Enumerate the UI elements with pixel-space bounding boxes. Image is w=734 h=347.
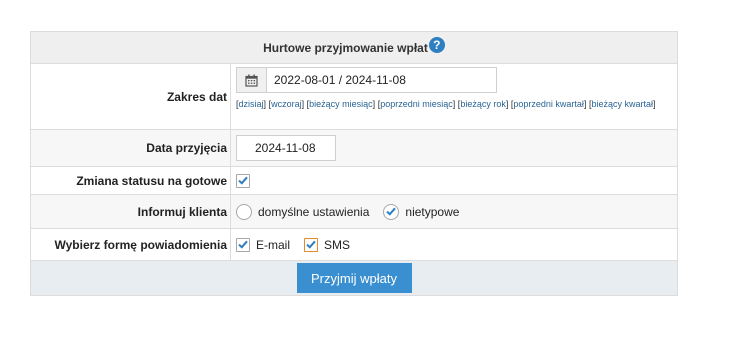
date-range-value: 2022-08-01 / 2024-11-08 <box>274 73 406 87</box>
email-label: E-mail <box>256 237 291 252</box>
panel-title: Hurtowe przyjmowanie wpłat <box>263 40 428 55</box>
date-range-label: Zakres dat <box>31 64 231 129</box>
notification-label: Wybierz formę powiadomienia <box>31 229 231 260</box>
check-icon <box>238 240 248 249</box>
inform-default-radio[interactable] <box>236 203 252 220</box>
check-icon <box>238 176 248 185</box>
bulk-payments-panel: Hurtowe przyjmowanie wpłat? Zakres dat 2… <box>30 31 678 296</box>
notification-row: Wybierz formę powiadomienia E-mail SMS <box>31 229 677 261</box>
question-circle-icon[interactable]: ? <box>428 36 445 53</box>
accept-payments-button[interactable]: Przyjmij wpłaty <box>296 263 412 293</box>
shortcut-previous-quarter[interactable]: poprzedni kwartał <box>513 99 584 109</box>
inform-custom-label: nietypowe <box>405 204 460 219</box>
shortcut-current-month[interactable]: bieżący miesiąc <box>309 99 373 109</box>
accept-date-label: Data przyjęcia <box>31 130 231 166</box>
sms-label: SMS <box>324 237 351 252</box>
status-change-checkbox[interactable] <box>236 173 250 188</box>
accept-date-input[interactable]: 2024-11-08 <box>236 135 336 161</box>
inform-custom-option[interactable]: nietypowe <box>383 203 460 220</box>
shortcut-current-quarter[interactable]: bieżący kwartał <box>591 99 653 109</box>
panel-header: Hurtowe przyjmowanie wpłat? <box>31 32 677 64</box>
date-range-input[interactable]: 2022-08-01 / 2024-11-08 <box>236 67 497 93</box>
inform-client-label: Informuj klienta <box>31 195 231 228</box>
email-option[interactable]: E-mail <box>236 237 291 252</box>
check-icon <box>386 207 397 216</box>
check-icon <box>306 240 316 249</box>
date-range-row: Zakres dat 2022-08-01 / 2024-11-08 [dzis… <box>31 64 677 130</box>
panel-footer: Przyjmij wpłaty <box>31 261 677 295</box>
status-change-row: Zmiana statusu na gotowe <box>31 167 677 195</box>
shortcut-today[interactable]: dzisiaj <box>239 99 264 109</box>
date-shortcuts: [dzisiaj] [wczoraj] [bieżący miesiąc] [p… <box>236 99 656 109</box>
calendar-icon[interactable] <box>237 68 267 92</box>
inform-default-option[interactable]: domyślne ustawienia <box>236 203 370 220</box>
inform-custom-radio[interactable] <box>383 203 400 220</box>
sms-checkbox[interactable] <box>304 237 319 252</box>
accept-date-row: Data przyjęcia 2024-11-08 <box>31 130 677 167</box>
email-checkbox[interactable] <box>236 237 250 252</box>
inform-client-row: Informuj klienta domyślne ustawienia nie… <box>31 195 677 229</box>
shortcut-previous-month[interactable]: poprzedni miesiąc <box>380 99 453 109</box>
inform-default-label: domyślne ustawienia <box>258 204 370 219</box>
shortcut-yesterday[interactable]: wczoraj <box>271 99 302 109</box>
shortcut-current-year[interactable]: bieżący rok <box>460 99 506 109</box>
status-change-label: Zmiana statusu na gotowe <box>31 167 231 194</box>
sms-option[interactable]: SMS <box>304 237 351 252</box>
